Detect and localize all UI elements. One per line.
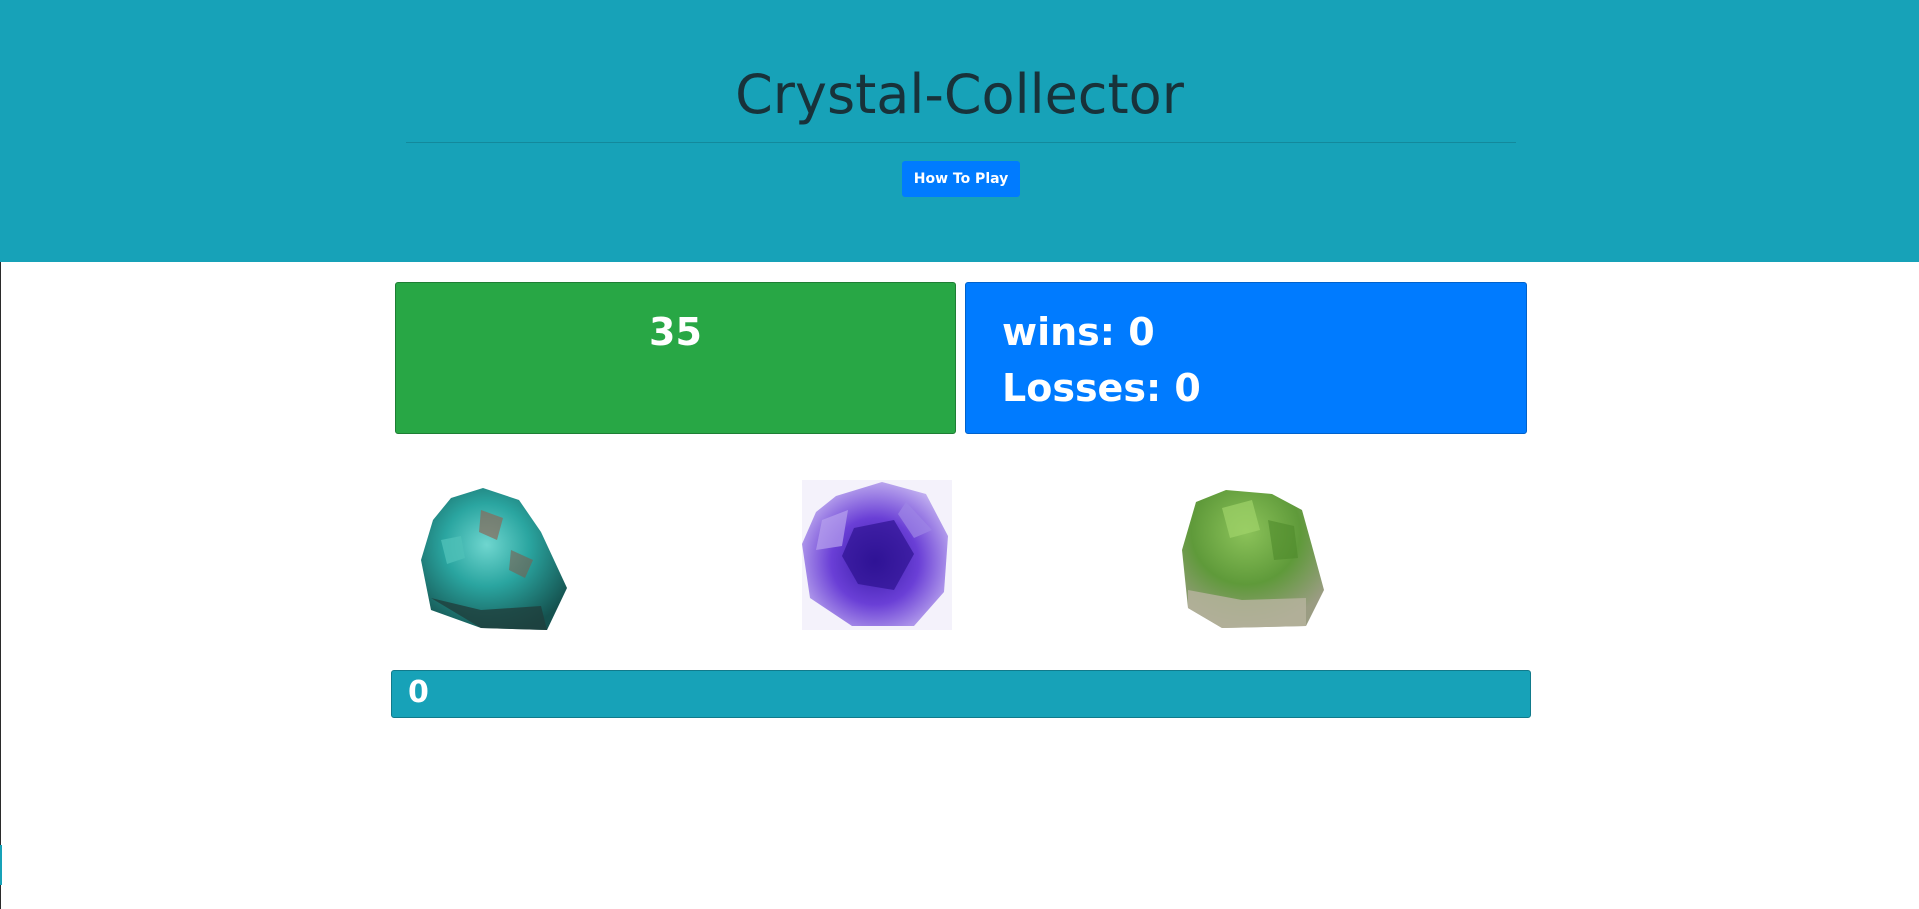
amethyst-crystal-icon bbox=[802, 480, 952, 630]
turquoise-crystal-button[interactable] bbox=[421, 480, 571, 630]
total-score: 0 bbox=[408, 675, 429, 710]
title-divider bbox=[406, 142, 1516, 143]
amethyst-crystal-button[interactable] bbox=[802, 480, 952, 630]
page: Crystal-Collector How To Play 35 wins: 0… bbox=[0, 0, 1919, 909]
wins-counter: wins: 0 bbox=[1002, 310, 1155, 354]
turquoise-crystal-icon bbox=[421, 488, 567, 630]
left-edge-line bbox=[0, 262, 1, 909]
peridot-crystal-button[interactable] bbox=[1182, 480, 1332, 630]
losses-counter: Losses: 0 bbox=[1002, 366, 1201, 410]
page-title: Crystal-Collector bbox=[735, 63, 1184, 126]
left-edge-accent bbox=[0, 845, 2, 885]
how-to-play-button[interactable]: How To Play bbox=[902, 161, 1020, 197]
target-number-panel: 35 bbox=[395, 282, 956, 434]
header-jumbotron: Crystal-Collector How To Play bbox=[0, 0, 1919, 262]
total-score-bar: 0 bbox=[391, 670, 1531, 718]
score-panel: wins: 0 Losses: 0 bbox=[965, 282, 1527, 434]
peridot-crystal-icon bbox=[1182, 480, 1332, 630]
target-number: 35 bbox=[649, 310, 702, 354]
